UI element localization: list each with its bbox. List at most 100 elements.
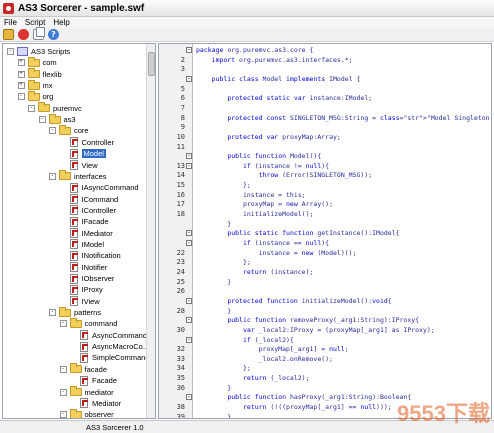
tree-item-as3-scripts[interactable]: - AS3 Scripts — [7, 46, 70, 57]
code-line[interactable]: protected var proxyMap:Array; — [196, 132, 491, 142]
code-line[interactable] — [196, 122, 491, 132]
collapse-icon[interactable]: - — [59, 365, 67, 373]
tree-item-patterns[interactable]: - patterns — [49, 306, 101, 318]
tree-item-com[interactable]: + com — [17, 56, 57, 68]
tree-item-asyncmacroco[interactable]: AsyncMacroCo... — [70, 341, 149, 352]
menu-script[interactable]: Script — [21, 18, 49, 27]
code-line[interactable]: public function Model(){ — [196, 151, 491, 161]
open-icon[interactable] — [3, 29, 14, 40]
tree-item-interfaces[interactable]: - interfaces — [49, 170, 107, 182]
tree-item-org[interactable]: - org — [17, 90, 53, 102]
tree-item-model[interactable]: Model — [60, 148, 106, 159]
code-editor[interactable]: - package org.puremvc.as3.core {2 import … — [158, 43, 492, 419]
collapse-icon[interactable]: - — [38, 116, 46, 124]
fold-toggle-icon[interactable]: - — [186, 230, 192, 237]
menu-help[interactable]: Help — [49, 18, 73, 27]
code-line[interactable] — [196, 64, 491, 74]
expand-icon[interactable]: + — [17, 70, 25, 78]
code-line[interactable]: _local2.onRemove(); — [196, 354, 491, 364]
tree-item-asynccommand[interactable]: AsyncCommand — [70, 330, 147, 341]
collapse-icon[interactable]: - — [28, 104, 35, 112]
code-line[interactable]: }; — [196, 257, 491, 267]
collapse-icon[interactable]: - — [59, 388, 67, 396]
code-line[interactable]: protected function initializeModel():voi… — [196, 296, 491, 306]
tree-item-mx[interactable]: + mx — [17, 79, 53, 91]
code-line[interactable]: return (instance); — [196, 267, 491, 277]
fold-toggle-icon[interactable]: - — [186, 394, 192, 401]
tree-item-imediator[interactable]: IMediator — [60, 228, 113, 239]
code-line[interactable] — [196, 103, 491, 113]
code-line[interactable]: public function removeProxy(_arg1:String… — [196, 315, 491, 325]
code-line[interactable]: protected static var instance:IModel; — [196, 93, 491, 103]
tree-item-view[interactable]: View — [60, 160, 98, 171]
tree-item-core[interactable]: - core — [49, 124, 89, 136]
code-line[interactable]: } — [196, 306, 491, 316]
help-icon[interactable]: ? — [48, 29, 59, 40]
copy-icon[interactable] — [33, 27, 45, 40]
collapse-icon[interactable]: - — [17, 93, 25, 101]
fold-toggle-icon[interactable]: - — [186, 317, 192, 324]
collapse-icon[interactable]: - — [59, 411, 67, 418]
code-line[interactable]: }; — [196, 363, 491, 373]
fold-toggle-icon[interactable]: - — [186, 153, 192, 160]
code-line[interactable]: } — [196, 219, 491, 229]
collapse-icon[interactable]: - — [7, 48, 14, 55]
expand-icon[interactable]: + — [17, 82, 25, 90]
tree-item-iobserver[interactable]: IObserver — [60, 273, 114, 284]
fold-toggle-icon[interactable]: - — [186, 336, 192, 343]
code-line[interactable] — [196, 286, 491, 296]
code-line[interactable]: public class Model implements IModel { — [196, 74, 491, 84]
tree-item-mediator[interactable]: Mediator — [70, 398, 121, 409]
code-line[interactable]: if (instance != null){ — [196, 161, 491, 171]
code-line[interactable]: if (instance == null){ — [196, 238, 491, 248]
code-line[interactable] — [196, 84, 491, 94]
tree-item-command[interactable]: - command — [59, 317, 117, 329]
tree-item-icontroller[interactable]: IController — [60, 205, 116, 216]
tree-item-observer[interactable]: - observer — [59, 408, 114, 418]
code-line[interactable]: protected const SINGLETON_MSG:String = c… — [196, 113, 491, 123]
code-line[interactable]: proxyMap = new Array(); — [196, 199, 491, 209]
tree-item-facade[interactable]: Facade — [70, 375, 117, 386]
menu-file[interactable]: File — [0, 18, 21, 27]
code-line[interactable]: throw (Error(SINGLETON_MSG)); — [196, 170, 491, 180]
collapse-icon[interactable]: - — [59, 320, 67, 328]
tree-scrollbar[interactable] — [146, 44, 155, 418]
script-tree[interactable]: - AS3 Scripts + com + flexlib + mx - org - puremvc -… — [2, 43, 156, 419]
code-line[interactable]: instance = this; — [196, 190, 491, 200]
fold-toggle-icon[interactable]: - — [186, 240, 192, 246]
tree-item-controller[interactable]: Controller — [60, 137, 114, 148]
fold-toggle-icon[interactable]: - — [186, 47, 192, 53]
tree-item-iproxy[interactable]: IProxy — [60, 284, 103, 295]
tree-item-iview[interactable]: IView — [60, 296, 100, 307]
code-line[interactable]: } — [196, 277, 491, 287]
code-line[interactable]: var _local2:IProxy = (proxyMap[_arg1] as… — [196, 325, 491, 335]
code-line[interactable]: } — [196, 383, 491, 393]
code-line[interactable]: return (_local2); — [196, 373, 491, 383]
tree-item-mediator[interactable]: - mediator — [59, 386, 114, 398]
code-line[interactable]: if (_local2){ — [196, 335, 491, 345]
collapse-icon[interactable]: - — [49, 309, 56, 317]
tree-item-simplecommand[interactable]: SimpleCommand — [70, 352, 150, 363]
code-line[interactable]: public static function getInstance():IMo… — [196, 228, 491, 238]
tree-item-iasynccommand[interactable]: IAsyncCommand — [60, 182, 139, 193]
code-line[interactable]: }; — [196, 180, 491, 190]
tree-item-ifacade[interactable]: IFacade — [60, 216, 109, 227]
tree-item-as3[interactable]: - as3 — [38, 113, 76, 125]
collapse-icon[interactable]: - — [49, 127, 56, 135]
code-line[interactable]: proxyMap[_arg1] = null; — [196, 344, 491, 354]
fold-toggle-icon[interactable]: - — [186, 75, 192, 82]
scroll-thumb[interactable] — [148, 52, 155, 76]
collapse-icon[interactable]: - — [49, 172, 56, 180]
tree-item-imodel[interactable]: IModel — [60, 239, 104, 250]
code-line[interactable]: import org.puremvc.as3.interfaces.*; — [196, 55, 491, 65]
expand-icon[interactable]: + — [17, 59, 25, 67]
code-line[interactable]: instance = new (Model)(); — [196, 248, 491, 258]
code-line[interactable] — [196, 142, 491, 152]
stop-icon[interactable] — [18, 29, 29, 40]
tree-item-inotification[interactable]: INotification — [60, 250, 121, 261]
tree-item-inotifier[interactable]: INotifier — [60, 262, 107, 273]
code-line[interactable]: initializeModel(); — [196, 209, 491, 219]
tree-item-puremvc[interactable]: - puremvc — [28, 102, 82, 114]
tree-item-flexlib[interactable]: + flexlib — [17, 68, 62, 80]
fold-toggle-icon[interactable]: - — [186, 162, 192, 169]
